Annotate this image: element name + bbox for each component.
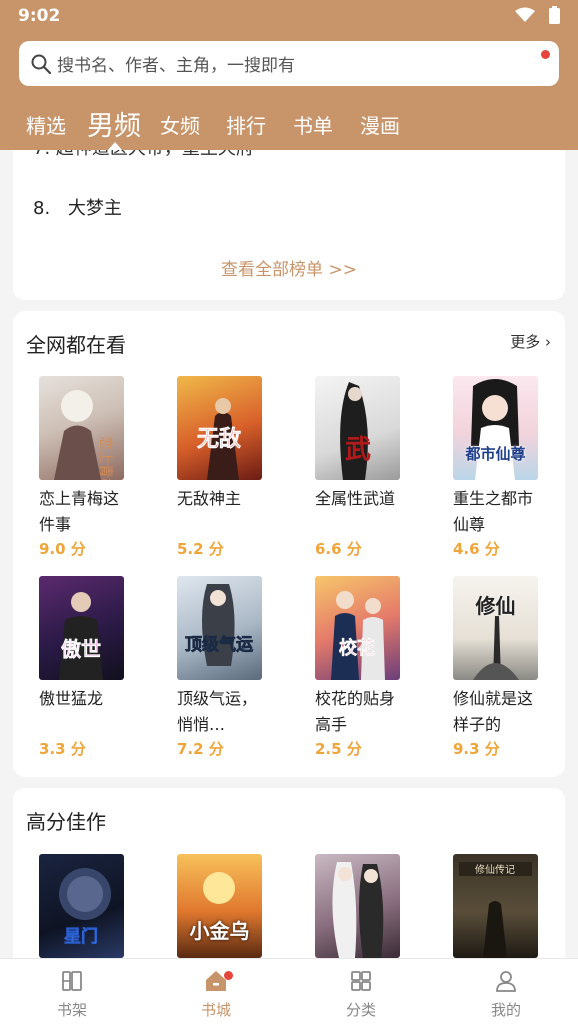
svg-text:恋上青梅: 恋上青梅 (97, 436, 114, 480)
section-title: 高分佳作 (26, 810, 106, 834)
svg-text:星门: 星门 (64, 926, 98, 947)
nav-label: 分类 (345, 1001, 376, 1019)
status-bar: 9:02 (0, 0, 578, 32)
view-all-rankings-link[interactable]: 查看全部榜单 >> (13, 255, 565, 280)
nav-label: 书架 (56, 1001, 87, 1019)
bookshelf-icon (62, 971, 82, 991)
ranking-card: 7. 超神道医大帝，重生天府 8. 大梦主 查看全部榜单 >> (13, 128, 565, 300)
book-cover: 校花 (315, 576, 400, 680)
book-score: 2.5 分 (315, 740, 362, 758)
book-card[interactable]: 无敌 无敌神主 5.2 分 (177, 376, 277, 558)
book-card[interactable]: 都市仙尊 重生之都市仙尊 4.6 分 (453, 376, 553, 558)
search-placeholder: 搜书名、作者、主角，一搜即有 (57, 56, 295, 76)
status-icons (515, 6, 560, 24)
tab-male[interactable]: 男频 (87, 104, 141, 143)
category-tabs: 精选 男频 女频 排行 书单 漫画 (0, 104, 578, 144)
book-card[interactable]: 顶级气运 顶级气运，悄悄… 7.2 分 (177, 576, 277, 758)
book-card[interactable]: 星门 (39, 854, 139, 958)
book-title: 全属性武道 (315, 489, 396, 508)
svg-text:校花: 校花 (339, 637, 375, 659)
book-score: 5.2 分 (177, 540, 224, 558)
ranking-title: 大梦主 (67, 198, 122, 219)
book-title: 恋上青梅这件事 (39, 489, 120, 534)
book-card[interactable]: 小金乌 (177, 854, 277, 958)
category-icon (351, 971, 371, 991)
svg-text:修仙传记: 修仙传记 (475, 863, 515, 876)
book-score: 3.3 分 (39, 740, 86, 758)
book-cover: 傲世 (39, 576, 124, 680)
nav-label: 我的 (490, 1001, 521, 1019)
notification-dot (224, 971, 233, 980)
book-card[interactable] (315, 854, 415, 958)
book-title: 傲世猛龙 (39, 689, 104, 708)
more-label: 更多 (510, 333, 541, 351)
nav-category[interactable]: 分类 (321, 969, 401, 1020)
book-title: 重生之都市仙尊 (453, 489, 534, 534)
book-cover: 修仙传记 (453, 854, 538, 958)
svg-text:顶级气运: 顶级气运 (185, 634, 253, 655)
tab-booklist[interactable]: 书单 (293, 110, 333, 139)
ranking-item[interactable]: 8. 大梦主 (33, 194, 122, 220)
cover-title: 小金乌 (189, 919, 250, 943)
book-title: 校花的贴身高手 (315, 689, 396, 734)
book-title: 无敌神主 (177, 489, 242, 508)
book-cover: 小金乌 (177, 854, 262, 958)
book-card[interactable]: 修仙传记 (453, 854, 553, 958)
active-tab-indicator (108, 142, 122, 150)
nav-profile[interactable]: 我的 (466, 969, 546, 1020)
book-cover: 星门 (39, 854, 124, 958)
book-cover: 恋上青梅 (39, 376, 124, 480)
nav-label: 书城 (200, 1001, 231, 1019)
book-score: 9.3 分 (453, 740, 500, 758)
chevron-right-icon: › (540, 333, 551, 351)
book-score: 4.6 分 (453, 540, 500, 558)
cover-title: 修仙 (475, 594, 516, 618)
book-card[interactable]: 修仙 修仙就是这样子的 9.3 分 (453, 576, 553, 758)
book-title: 顶级气运，悄悄… (177, 689, 258, 734)
book-cover: 武 (315, 376, 400, 480)
popular-section: 全网都在看 更多 › 恋上青梅 恋上青梅这件事 9.0 分 无敌 无敌神主 5.… (13, 311, 565, 777)
nav-bookshelf[interactable]: 书架 (32, 969, 112, 1020)
book-score: 9.0 分 (39, 540, 86, 558)
svg-text:武: 武 (345, 435, 371, 465)
app-header: 9:02 搜书名、作者、主角，一搜即有 精选 男频 女频 排行 书单 漫画 (0, 0, 578, 150)
book-cover: 修仙 (453, 576, 538, 680)
profile-icon (496, 971, 516, 992)
svg-text:无敌: 无敌 (197, 426, 241, 452)
svg-text:傲世: 傲世 (61, 637, 101, 661)
tab-female[interactable]: 女频 (160, 110, 200, 139)
tab-comics[interactable]: 漫画 (360, 110, 400, 139)
section-title: 全网都在看 (26, 333, 126, 357)
more-link[interactable]: 更多 › (510, 331, 551, 352)
battery-icon (549, 6, 560, 24)
book-title: 修仙就是这样子的 (453, 689, 534, 734)
book-cover (315, 854, 400, 958)
nav-store[interactable]: 书城 (176, 969, 256, 1020)
book-score: 7.2 分 (177, 740, 224, 758)
notification-dot (541, 50, 550, 59)
cover-title: 都市仙尊 (465, 445, 526, 463)
tab-ranking[interactable]: 排行 (226, 110, 266, 139)
tab-featured[interactable]: 精选 (26, 110, 66, 139)
ranking-number: 8. (33, 198, 51, 219)
status-time: 9:02 (18, 6, 61, 26)
book-card[interactable]: 校花 校花的贴身高手 2.5 分 (315, 576, 415, 758)
book-card[interactable]: 傲世 傲世猛龙 3.3 分 (39, 576, 139, 758)
book-score: 6.6 分 (315, 540, 362, 558)
search-icon (31, 54, 51, 74)
book-cover: 都市仙尊 (453, 376, 538, 480)
wifi-icon (515, 7, 535, 22)
book-cover: 无敌 (177, 376, 262, 480)
bottom-nav: 书架 书城 分类 我的 (0, 958, 578, 1030)
book-cover: 顶级气运 (177, 576, 262, 680)
book-card[interactable]: 恋上青梅 恋上青梅这件事 9.0 分 (39, 376, 139, 558)
search-input[interactable]: 搜书名、作者、主角，一搜即有 (19, 41, 559, 86)
book-card[interactable]: 武 全属性武道 6.6 分 (315, 376, 415, 558)
